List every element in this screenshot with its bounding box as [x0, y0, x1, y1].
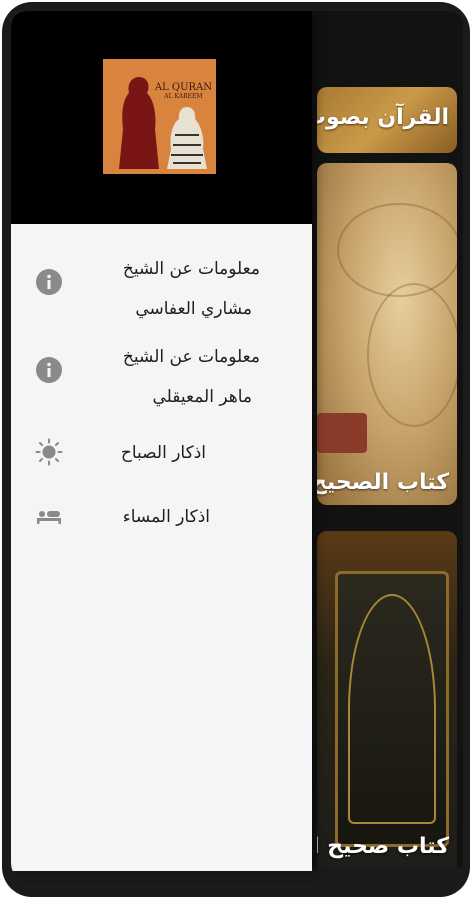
device: القرآن بصوت ا كتاب الصحيح م كتاب صحيح ال: [2, 2, 470, 897]
app-logo: AL QURAN AL KAREEM: [103, 59, 216, 174]
logo-text: AL QURAN AL KAREEM: [155, 83, 212, 101]
logo-text-line: AL QURAN: [154, 82, 212, 93]
content-card[interactable]: كتاب الصحيح م: [317, 163, 457, 505]
card-decoration: [317, 413, 367, 453]
screen: القرآن بصوت ا كتاب الصحيح م كتاب صحيح ال: [11, 11, 463, 883]
menu-item-evening-adhkar[interactable]: اذكار المساء: [11, 496, 312, 536]
menu-item-morning-adhkar[interactable]: اذكار الصباح: [11, 432, 312, 472]
card-caption: كتاب صحيح ال: [317, 834, 449, 859]
drawer-header: AL QURAN AL KAREEM: [11, 11, 312, 224]
menu-item-alafasy-info[interactable]: معلومات عن الشيخ مشاري العفاسي: [11, 250, 312, 330]
card-caption: القرآن بصوت ا: [317, 105, 449, 130]
phone-frame: القرآن بصوت ا كتاب الصحيح م كتاب صحيح ال: [0, 0, 473, 900]
menu-item-label: معلومات عن الشيخ: [122, 347, 260, 367]
praying-figure-icon: [167, 107, 207, 169]
menu-item-label: اذكار المساء: [122, 507, 210, 527]
logo-text-line: AL KAREEM: [164, 93, 203, 100]
book-ornament: [348, 594, 436, 824]
menu-item-label: اذكار الصباح: [120, 443, 206, 463]
content-card[interactable]: كتاب صحيح ال: [317, 531, 457, 875]
menu-item-label: مشاري العفاسي: [135, 299, 252, 319]
content-card[interactable]: القرآن بصوت ا: [317, 87, 457, 153]
menu-item-label: معلومات عن الشيخ: [122, 259, 260, 279]
card-decoration: [337, 203, 457, 297]
book-cover: [335, 571, 449, 847]
menu-item-label: ماهر المعيقلي: [152, 387, 253, 407]
sun-icon: [35, 438, 63, 466]
info-icon: [36, 357, 62, 383]
card-caption: كتاب الصحيح م: [317, 470, 449, 495]
navigation-drawer: AL QURAN AL KAREEM معلومات عن الشيخ مشار…: [11, 11, 312, 871]
card-decoration: [367, 283, 457, 427]
menu-item-muaiqly-info[interactable]: معلومات عن الشيخ ماهر المعيقلي: [11, 338, 312, 418]
info-icon: [36, 269, 62, 295]
bed-icon: [37, 511, 61, 524]
